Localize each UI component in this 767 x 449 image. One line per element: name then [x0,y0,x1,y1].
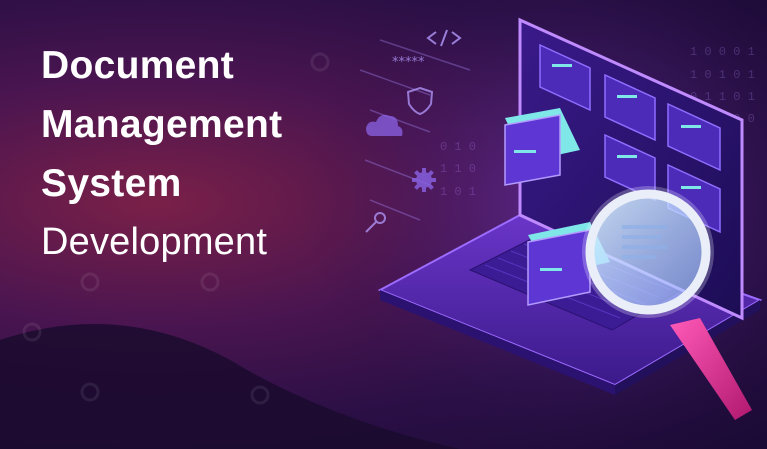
banner-title: Document Management System Development [41,46,282,261]
svg-text:0 1 0: 0 1 0 [440,140,476,154]
title-line-3: System [41,162,182,205]
banner-subtitle: Development [41,221,268,263]
svg-text:1 0 0 0 1: 1 0 0 0 1 [690,45,755,59]
svg-text:1 1 0: 1 1 0 [440,162,476,176]
hero-banner: 1 0 0 0 11 0 1 0 1 0 1 1 0 11 0 1 0 0 0 … [0,0,767,449]
gear-icon [412,168,436,192]
password-icon: ***** [392,55,425,70]
svg-text:1 0 1: 1 0 1 [440,185,476,199]
svg-text:1 0 1 0 1: 1 0 1 0 1 [690,68,755,82]
title-line-2: Management [41,103,283,146]
title-line-1: Document [41,44,235,87]
svg-text:*****: ***** [392,55,425,70]
